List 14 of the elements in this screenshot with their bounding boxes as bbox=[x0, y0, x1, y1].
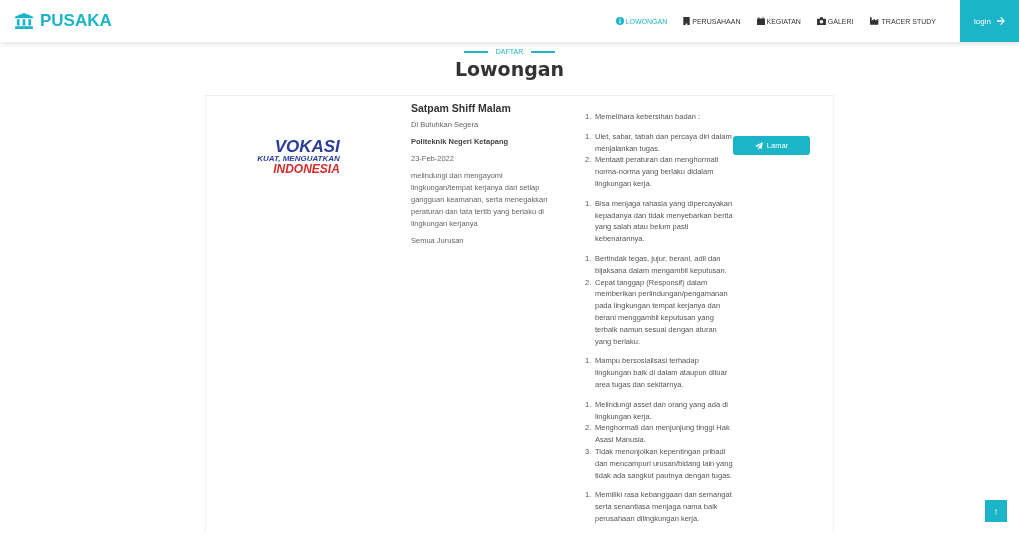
paper-plane-icon bbox=[754, 141, 763, 150]
info-icon bbox=[615, 17, 624, 25]
page-title: Lowongan bbox=[453, 58, 566, 80]
job-title: Satpam Shiff Malam bbox=[411, 102, 512, 114]
arrow-right-icon bbox=[996, 17, 1005, 25]
logo: VOKASI KUAT, MENGUATKAN INDONESIA bbox=[257, 138, 341, 178]
camera-icon bbox=[816, 17, 826, 25]
bank-icon bbox=[15, 13, 33, 29]
calendar-icon bbox=[756, 17, 765, 25]
login-button[interactable]: login bbox=[960, 0, 1019, 42]
factory-icon bbox=[869, 17, 880, 25]
building-icon bbox=[683, 17, 691, 25]
scroll-top-button[interactable]: ↑ bbox=[985, 500, 1007, 522]
brand-name[interactable]: PUSAKA bbox=[40, 11, 112, 31]
